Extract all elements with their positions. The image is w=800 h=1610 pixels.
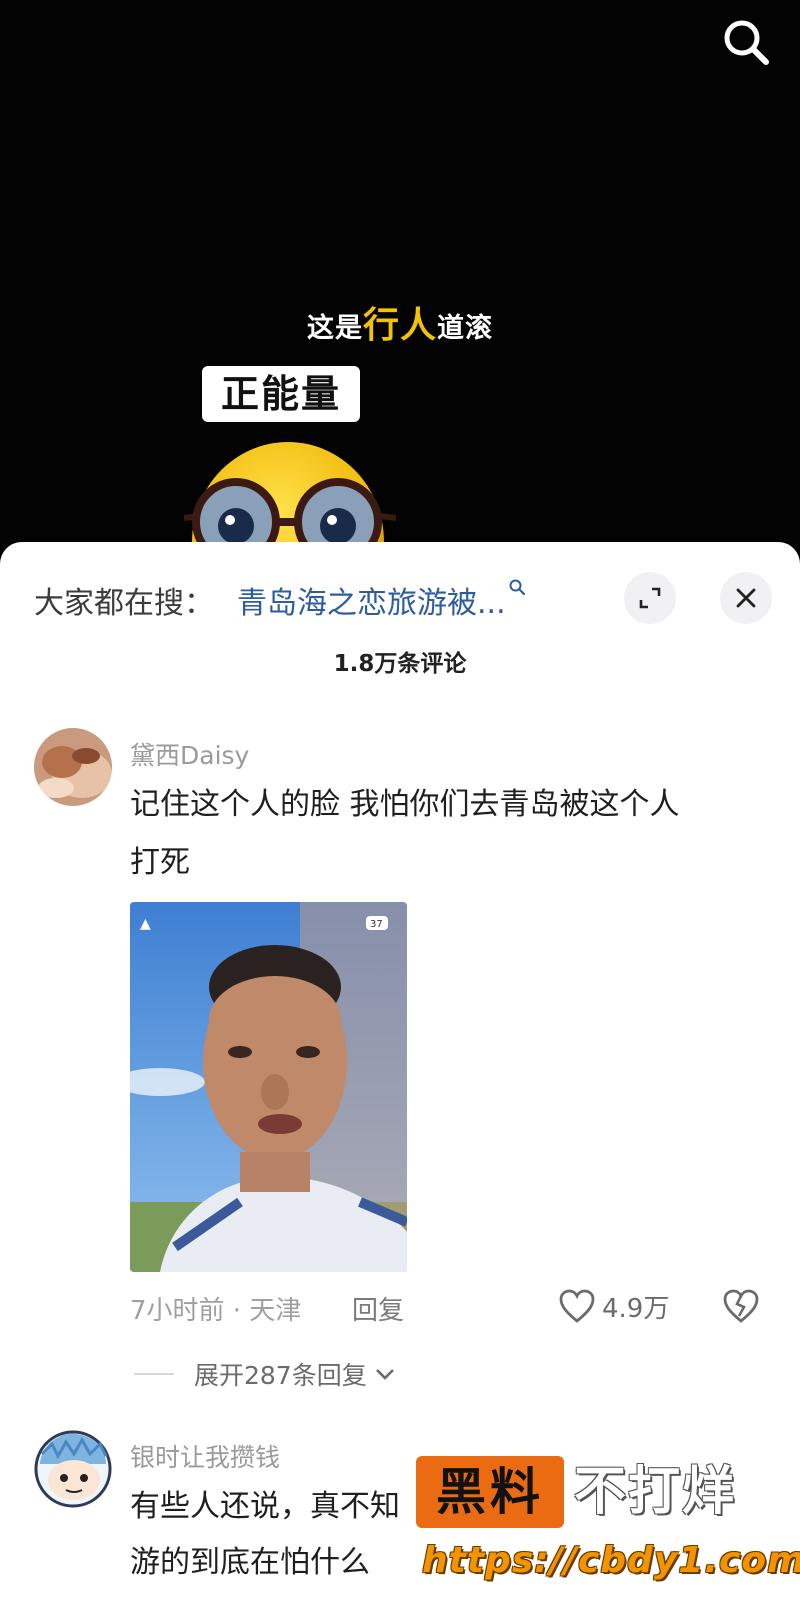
comment-photo-image: ▲ 37 [130, 902, 407, 1272]
comment-text-line: 记住这个人的脸 我怕你们去青岛被这个人 [130, 787, 680, 822]
expand-icon [639, 587, 661, 609]
dislike-button[interactable] [722, 1288, 760, 1324]
watermark-url: https://cbdy1.com [422, 1540, 800, 1581]
trending-query: 青岛海之恋旅游被... [237, 586, 506, 621]
expand-sheet-button[interactable] [624, 572, 676, 624]
caption-highlight: 行人 [362, 305, 437, 346]
expand-replies-button[interactable]: 展开287条回复 [134, 1356, 397, 1392]
comment-text-line: 打死 [130, 845, 190, 880]
photo-battery-level: 37 [370, 919, 383, 930]
watermark-words: 不打烊 [574, 1462, 737, 1522]
emoji-mascot-image [184, 442, 396, 560]
search-button[interactable] [718, 14, 774, 70]
close-sheet-button[interactable] [720, 572, 772, 624]
trending-prefix: 大家都在搜： [34, 586, 214, 621]
small-search-icon [509, 579, 525, 596]
watermark: 黑料 不打烊 https://cbdy1.com [416, 1452, 800, 1602]
search-icon [724, 20, 769, 65]
watermark-box-text: 黑料 [416, 1456, 564, 1528]
svg-text:▲: ▲ [140, 916, 151, 932]
reply-button[interactable]: 回复 [352, 1290, 404, 1327]
avatar-image [34, 728, 112, 806]
like-count: 4.9万 [602, 1293, 670, 1324]
comment-count: 1.8万条评论 [333, 651, 467, 677]
avatar[interactable] [34, 728, 112, 806]
expand-replies-label: 展开287条回复 [194, 1361, 367, 1390]
video-player[interactable]: 这是行人道滚 正能量 [0, 0, 800, 560]
comment-username[interactable]: 黛西Daisy [130, 736, 249, 772]
divider-line [134, 1373, 174, 1375]
close-icon [736, 588, 756, 608]
comment-photo[interactable]: ▲ 37 [130, 902, 407, 1272]
like-button[interactable]: 4.9万 [558, 1286, 669, 1326]
caption-text-post: 道滚 [437, 313, 493, 344]
comment-username[interactable]: 银时让我攒钱 [130, 1438, 280, 1474]
trending-search-bar: 大家都在搜： 青岛海之恋旅游被... [30, 572, 772, 624]
chevron-down-icon [375, 1369, 394, 1380]
video-caption: 这是行人道滚 [0, 296, 800, 348]
comment-time-location: 7小时前 · 天津 [130, 1296, 302, 1326]
caption-text-pre: 这是 [306, 313, 363, 344]
heart-icon [559, 1289, 595, 1323]
trending-search-link[interactable]: 青岛海之恋旅游被... [237, 578, 526, 622]
broken-heart-icon [723, 1289, 759, 1323]
avatar[interactable] [34, 1430, 112, 1508]
avatar-image [34, 1430, 112, 1508]
positive-energy-badge: 正能量 [202, 366, 360, 422]
